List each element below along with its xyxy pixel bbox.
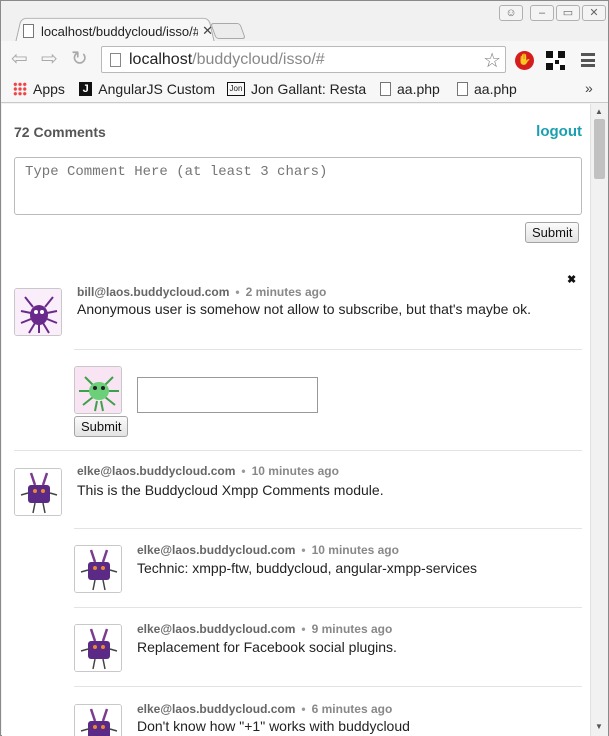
- bookmark-label: aa.php: [397, 81, 440, 97]
- separator: •: [241, 464, 246, 478]
- submit-reply-button[interactable]: Submit: [74, 416, 129, 437]
- jon-logo-icon: Jon: [227, 82, 245, 96]
- page-icon: [457, 82, 468, 96]
- new-tab-button[interactable]: [210, 23, 246, 39]
- divider: [74, 686, 582, 687]
- separator: •: [235, 285, 240, 299]
- comment-input[interactable]: [14, 157, 582, 215]
- comment-time: 10 minutes ago: [251, 464, 339, 478]
- comment-text: This is the Buddycloud Xmpp Comments mod…: [77, 482, 384, 498]
- comment-author[interactable]: elke@laos.buddycloud.com: [77, 464, 235, 478]
- current-user-avatar: [74, 366, 122, 414]
- tab-content[interactable]: localhost/buddycloud/isso/# ✕: [23, 20, 213, 42]
- scroll-up-icon[interactable]: ▲: [595, 107, 603, 116]
- back-icon[interactable]: ⇦: [11, 48, 28, 70]
- maximize-icon[interactable]: ▭: [556, 5, 580, 21]
- divider: [74, 349, 582, 350]
- reply-author[interactable]: elke@laos.buddycloud.com: [137, 622, 295, 636]
- reply-author-line: elke@laos.buddycloud.com • 10 minutes ago: [137, 543, 399, 557]
- j-logo-icon: J: [79, 82, 93, 96]
- delete-comment-icon[interactable]: ✖: [567, 273, 576, 286]
- url-path: /buddycloud/isso/#: [192, 50, 325, 68]
- bookmark-label: AngularJS Custom: [98, 81, 215, 97]
- vertical-scrollbar[interactable]: ▲ ▼: [590, 104, 608, 736]
- reply-author-line: elke@laos.buddycloud.com • 6 minutes ago: [137, 702, 392, 716]
- scroll-down-icon[interactable]: ▼: [595, 722, 603, 731]
- submit-comment-button[interactable]: Submit: [525, 222, 580, 243]
- reply-author[interactable]: elke@laos.buddycloud.com: [137, 543, 295, 557]
- reply-author[interactable]: elke@laos.buddycloud.com: [137, 702, 295, 716]
- browser-window: localhost/buddycloud/isso/# ✕ ☺ – ▭ ✕ ⇦ …: [0, 0, 609, 736]
- comment-author[interactable]: bill@laos.buddycloud.com: [77, 285, 229, 299]
- separator: •: [301, 702, 306, 716]
- page-icon: [110, 52, 121, 67]
- reload-icon[interactable]: ↻: [71, 48, 88, 70]
- browser-menu-icon[interactable]: [581, 53, 595, 67]
- comment-author-line: bill@laos.buddycloud.com • 2 minutes ago: [77, 285, 326, 299]
- avatar: [74, 704, 122, 736]
- divider: [74, 607, 582, 608]
- bookmark-label: Apps: [33, 81, 65, 97]
- avatar: [14, 468, 62, 516]
- minimize-icon[interactable]: –: [530, 5, 554, 21]
- reply-time: 9 minutes ago: [311, 622, 393, 636]
- comment-count: 72 Comments: [14, 124, 106, 140]
- purple-bunny-avatar-icon: [75, 705, 121, 736]
- purple-bunny-avatar-icon: [75, 546, 121, 592]
- scrollbar-thumb[interactable]: [594, 119, 605, 179]
- url-host: localhost: [129, 50, 193, 68]
- tab-title: localhost/buddycloud/isso/#: [41, 23, 199, 39]
- purple-bunny-avatar-icon: [75, 625, 121, 671]
- reply-text: Don't know how "+1" works with buddyclou…: [137, 718, 410, 734]
- bookmark-star-icon[interactable]: ☆: [483, 48, 501, 73]
- apps-grid-icon: [13, 82, 27, 96]
- separator: •: [301, 543, 306, 557]
- address-bar[interactable]: localhost/buddycloud/isso/# ☆: [101, 46, 506, 73]
- logout-link[interactable]: logout: [536, 123, 582, 140]
- bookmark-label: Jon Gallant: Resta: [251, 81, 367, 97]
- avatar: [74, 545, 122, 593]
- user-icon[interactable]: ☺: [499, 5, 523, 21]
- purple-bunny-avatar-icon: [15, 469, 61, 515]
- bookmark-angularjs[interactable]: J AngularJS Custom: [79, 81, 215, 97]
- reply-text: Replacement for Facebook social plugins.: [137, 639, 397, 655]
- divider: [14, 450, 582, 451]
- green-creature-avatar-icon: [75, 367, 121, 413]
- comment-time: 2 minutes ago: [245, 285, 327, 299]
- bookmarks-overflow-chevron-icon[interactable]: »: [585, 80, 593, 96]
- reply-time: 6 minutes ago: [311, 702, 393, 716]
- bookmark-label: aa.php: [474, 81, 517, 97]
- qr-code-extension-icon[interactable]: [546, 51, 565, 70]
- adblock-extension-icon[interactable]: ✋: [515, 51, 534, 70]
- reply-author-line: elke@laos.buddycloud.com • 9 minutes ago: [137, 622, 392, 636]
- divider: [74, 528, 582, 529]
- avatar: [14, 288, 62, 336]
- comment-author-line: elke@laos.buddycloud.com • 10 minutes ago: [77, 464, 339, 478]
- reply-text: Technic: xmpp-ftw, buddycloud, angular-x…: [137, 560, 478, 576]
- bookmark-apps[interactable]: Apps: [13, 81, 65, 97]
- page-icon: [380, 82, 391, 96]
- bookmark-aa-php-1[interactable]: aa.php: [380, 81, 440, 97]
- window-close-icon[interactable]: ✕: [582, 5, 606, 21]
- reply-input[interactable]: [137, 377, 318, 413]
- bookmark-jon-gallant[interactable]: Jon Jon Gallant: Resta: [227, 81, 367, 97]
- reply-time: 10 minutes ago: [311, 543, 399, 557]
- avatar: [74, 624, 122, 672]
- purple-creature-avatar-icon: [15, 289, 61, 335]
- comment-text: Anonymous user is somehow not allow to s…: [77, 301, 532, 317]
- page-viewport: 72 Comments logout Submit bill@laos.budd…: [2, 104, 590, 736]
- separator: •: [301, 622, 306, 636]
- bookmark-aa-php-2[interactable]: aa.php: [457, 81, 517, 97]
- forward-icon[interactable]: ⇨: [41, 48, 58, 70]
- page-icon: [23, 24, 34, 38]
